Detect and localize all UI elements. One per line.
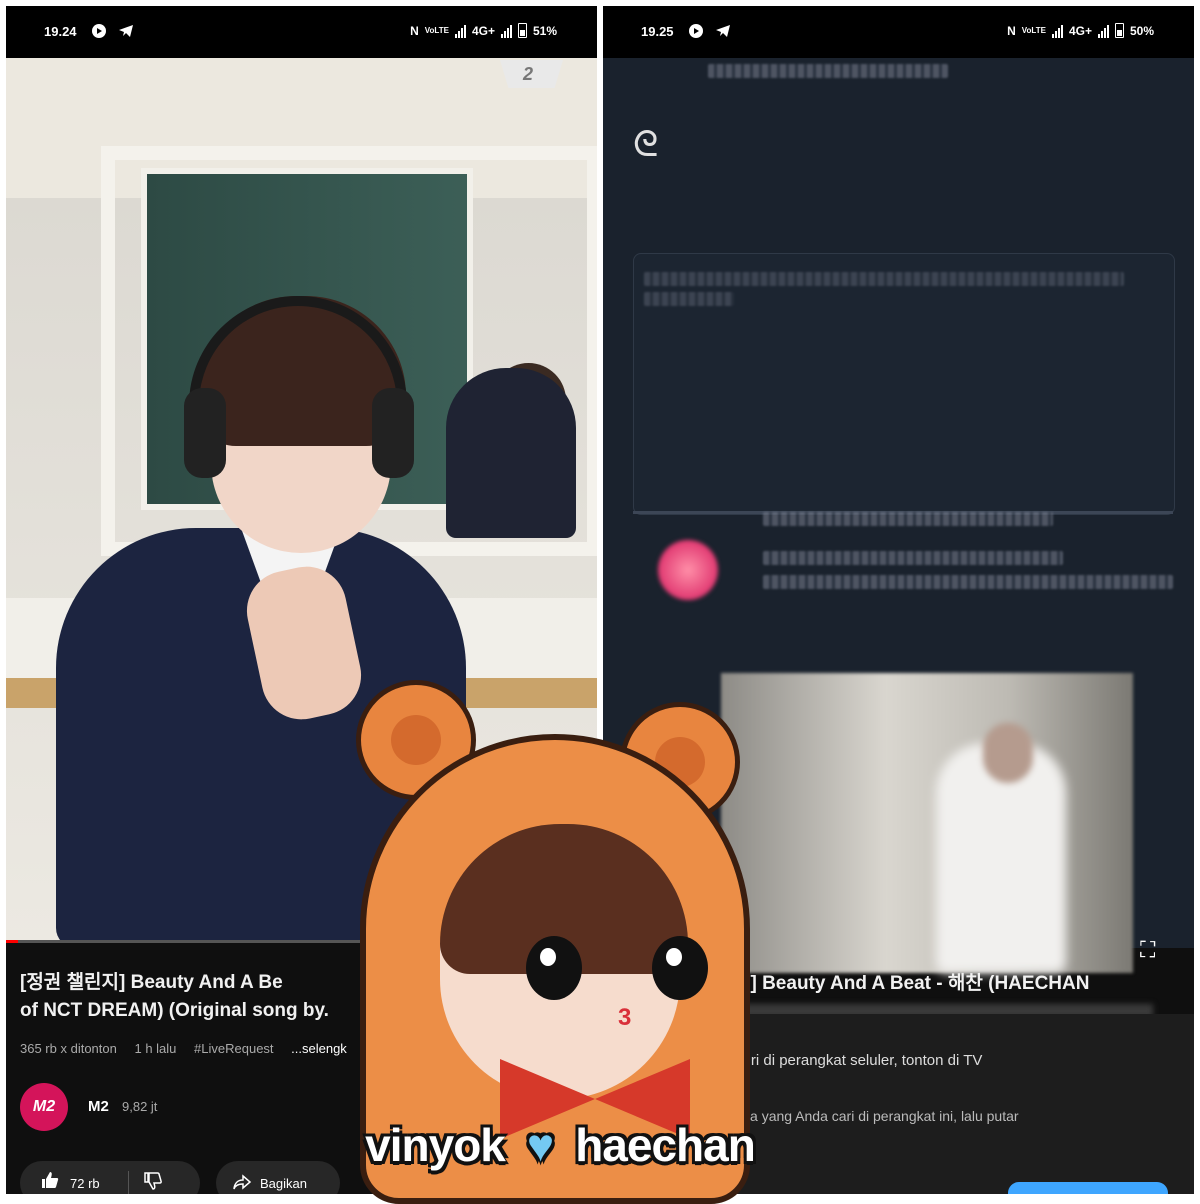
hashtag-link[interactable]: #LiveRequest <box>194 1041 274 1056</box>
channel-avatar-blurred <box>658 540 718 600</box>
sticker-caption: vinyok ♥ haechan <box>300 1118 820 1172</box>
blurred-text <box>708 64 948 78</box>
telegram-icon <box>715 23 731 39</box>
blurred-card <box>633 253 1175 515</box>
status-indicators: N VoLTE 4G+ 50% <box>1007 23 1154 38</box>
video-frame-reflection <box>446 368 576 538</box>
cartoon-eye <box>526 936 582 1000</box>
heart-icon: ♥ <box>526 1119 554 1171</box>
signal-icon <box>1051 24 1063 38</box>
nfc-icon: N <box>1007 23 1016 38</box>
battery-icon <box>517 23 527 38</box>
thumb-down-icon <box>143 1171 163 1195</box>
blurred-text <box>644 272 1124 286</box>
fullscreen-icon[interactable]: ⛶ <box>1140 938 1155 963</box>
caption-right: haechan <box>575 1119 756 1171</box>
caption-left: vinyok <box>365 1119 506 1171</box>
signal-icon <box>500 24 512 38</box>
blurred-text <box>763 551 1063 565</box>
cartoon-mouth: 3 <box>618 1004 632 1031</box>
volte-icon: VoLTE <box>424 25 449 35</box>
thumb-up-icon <box>40 1170 60 1194</box>
status-indicators: N VoLTE 4G+ 51% <box>410 23 557 38</box>
battery-percent: 50% <box>1129 23 1154 38</box>
network-type: 4G+ <box>471 23 495 38</box>
blurred-text <box>763 575 1173 589</box>
blurred-text <box>763 512 1053 526</box>
volte-icon: VoLTE <box>1021 25 1046 35</box>
bear-hood-sticker: 3 vinyok ♥ haechan <box>300 674 820 1204</box>
like-count: 72 rb <box>70 1175 100 1191</box>
upload-age: 1 h lalu <box>134 1041 177 1056</box>
blurred-text <box>644 292 734 306</box>
status-time: 19.25 <box>641 24 674 39</box>
status-bar: 19.25 N VoLTE 4G+ 50% <box>603 6 1194 58</box>
signal-icon <box>454 24 466 38</box>
app-notification-icon <box>91 23 107 39</box>
telegram-icon <box>118 23 134 39</box>
battery-percent: 51% <box>532 23 557 38</box>
view-count: 365 rb x ditonton <box>20 1041 117 1056</box>
like-button[interactable]: 72 rb <box>20 1170 100 1194</box>
signal-icon <box>1097 24 1109 38</box>
headphones-cup <box>184 388 226 478</box>
status-time: 19.24 <box>44 24 77 39</box>
cast-action-button[interactable] <box>1008 1182 1168 1194</box>
status-bar: 19.24 N VoLTE 4G+ 51% <box>6 6 597 58</box>
channel-name[interactable]: M2 <box>88 1098 109 1115</box>
battery-icon <box>1114 23 1124 38</box>
network-type: 4G+ <box>1068 23 1092 38</box>
dislike-button[interactable] <box>129 1171 163 1195</box>
video-frame-person-head <box>983 723 1033 783</box>
channel-avatar[interactable]: M2 <box>20 1083 68 1131</box>
subscriber-count: 9,82 jt <box>122 1099 158 1114</box>
app-notification-icon <box>688 23 704 39</box>
like-dislike-pill: 72 rb <box>20 1161 200 1194</box>
cartoon-eye <box>652 936 708 1000</box>
bear-ear-inner <box>391 715 441 765</box>
doodle-icon: ᘓ <box>633 123 659 164</box>
headphones-cup <box>372 388 414 478</box>
nfc-icon: N <box>410 23 419 38</box>
share-icon <box>232 1172 252 1195</box>
